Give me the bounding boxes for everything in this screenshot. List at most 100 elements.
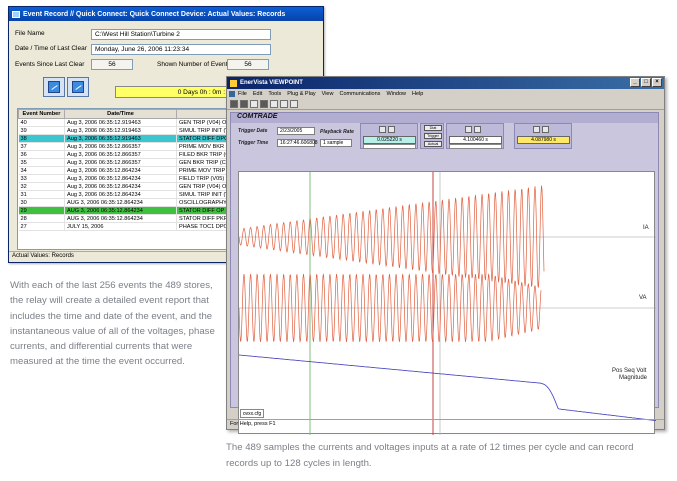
viewpoint-titlebar[interactable]: EnerVista VIEWPOINT _ □ × — [227, 77, 664, 89]
pan-icon[interactable] — [280, 100, 288, 108]
minimize-button[interactable]: _ — [630, 78, 640, 87]
signal-label-magnitude: Magnitude — [619, 375, 648, 381]
table-cell-num: 39 — [18, 126, 65, 135]
cursor1-box: 0.025220 s — [360, 123, 418, 149]
zoom-out-icon[interactable] — [270, 100, 278, 108]
trigger-date-field: 2/23/2005 — [277, 127, 315, 135]
view-waveform-alt-button[interactable] — [67, 77, 89, 97]
table-cell-num: 33 — [18, 174, 65, 183]
ia-waveform — [239, 185, 545, 289]
cursor1-slider[interactable] — [363, 144, 416, 149]
menu-file[interactable]: File — [238, 91, 247, 97]
trigger-time-field: 16:27:46.606808 — [277, 139, 318, 147]
file-name-label: File Name — [15, 30, 45, 37]
document-icon — [229, 91, 235, 97]
trigger-date-label: Trigger Date — [238, 128, 268, 134]
menu-view[interactable]: View — [322, 91, 334, 97]
waveform-icon — [48, 81, 60, 93]
menu-window[interactable]: Window — [386, 91, 406, 97]
comtrade-title: COMTRADE — [231, 113, 658, 123]
table-cell-num: 30 — [18, 198, 65, 207]
table-cell-num: 34 — [18, 166, 65, 175]
signal-label-va: VA — [639, 295, 647, 301]
table-cell-dt: AUG 3, 2006 06:35:12.864234 — [64, 214, 177, 223]
file-name-field[interactable]: C:\West Hill Station\Turbine 2 — [91, 29, 271, 40]
playback-rate-label: Playback Rate — [320, 129, 354, 135]
table-cell-dt: Aug 3, 2006 06:35:12.866357 — [64, 158, 177, 167]
maximize-button[interactable]: □ — [641, 78, 651, 87]
event-record-title: Event Record // Quick Connect: Quick Con… — [23, 10, 286, 18]
document-tabs: ovxx.cfg — [230, 409, 659, 418]
table-cell-dt: Aug 3, 2006 06:35:12.864234 — [64, 174, 177, 183]
save-icon[interactable] — [240, 100, 248, 108]
event-record-titlebar[interactable]: Event Record // Quick Connect: Quick Con… — [9, 7, 323, 21]
cursor2-next-icon[interactable] — [474, 126, 481, 133]
table-cell-dt: Aug 3, 2006 06:35:12.864234 — [64, 182, 177, 191]
cursor3-value: 4.087980 s — [517, 136, 570, 144]
cursor2-slider[interactable] — [449, 144, 502, 149]
cursor2-prev-icon[interactable] — [465, 126, 472, 133]
viewpoint-window: EnerVista VIEWPOINT _ □ × File Edit Tool… — [226, 76, 665, 435]
viewpoint-status: For Help, press F1 — [227, 419, 664, 429]
table-cell-dt: AUG 3, 2006 06:35:12.864234 — [64, 198, 177, 207]
menu-help[interactable]: Help — [412, 91, 423, 97]
table-cell-dt: AUG 3, 2006 06:35:12.864234 — [64, 206, 177, 215]
col-event-number[interactable]: Event Number — [18, 109, 65, 119]
last-clear-field[interactable]: Monday, June 26, 2006 11:23:34 — [91, 44, 271, 55]
shown-events-field: 56 — [227, 59, 269, 70]
events-since-field: 56 — [91, 59, 133, 70]
open-icon[interactable] — [230, 100, 238, 108]
delta-label: Dlat — [424, 125, 442, 131]
cursor1-prev-icon[interactable] — [379, 126, 386, 133]
menu-communications[interactable]: Communications — [339, 91, 380, 97]
trigger-time-label: Trigger Time — [238, 140, 269, 146]
table-cell-dt: Aug 3, 2006 06:35:12.866357 — [64, 150, 177, 159]
table-cell-dt: Aug 3, 2006 06:35:12.919463 — [64, 118, 177, 127]
table-cell-num: 32 — [18, 182, 65, 191]
cursor1-next-icon[interactable] — [388, 126, 395, 133]
table-cell-dt: Aug 3, 2006 06:35:12.864234 — [64, 190, 177, 199]
zoom-in-icon[interactable] — [260, 100, 268, 108]
actual-button[interactable]: Actual — [424, 141, 442, 147]
close-button[interactable]: × — [652, 78, 662, 87]
menu-edit[interactable]: Edit — [253, 91, 262, 97]
cursor3-box: 4.087980 s — [514, 123, 572, 149]
signal-label-ia: IA — [643, 225, 649, 231]
table-cell-dt: Aug 3, 2006 06:35:12.919463 — [64, 134, 177, 143]
app-icon — [230, 79, 237, 87]
table-cell-num: 38 — [18, 134, 65, 143]
playback-rate-select[interactable]: 1 sample — [320, 139, 352, 147]
table-cell-num: 36 — [18, 150, 65, 159]
view-waveform-button[interactable] — [43, 77, 65, 97]
table-cell-dt: Aug 3, 2006 06:35:12.919463 — [64, 126, 177, 135]
table-cell-num: 28 — [18, 214, 65, 223]
tab-file[interactable]: ovxx.cfg — [240, 409, 264, 418]
table-cell-dt: Aug 3, 2006 06:35:12.864234 — [64, 166, 177, 175]
cursor3-next-icon[interactable] — [542, 126, 549, 133]
table-cell-num: 29 — [18, 206, 65, 215]
cursor2-box: 4.100460 s — [446, 123, 504, 149]
delta-box: Dlat Trigger Actual — [420, 123, 444, 149]
events-since-label: Events Since Last Clear — [15, 61, 85, 68]
table-cell-num: 35 — [18, 158, 65, 167]
col-date-time[interactable]: Date/Time — [64, 109, 177, 119]
last-clear-label: Date / Time of Last Clear — [15, 45, 87, 52]
cursor1-value: 0.025220 s — [363, 136, 416, 144]
menu-tools[interactable]: Tools — [268, 91, 281, 97]
comtrade-panel: COMTRADE Trigger Date 2/23/2005 Trigger … — [230, 112, 659, 435]
print-icon[interactable] — [250, 100, 258, 108]
caption-left: With each of the last 256 events the 489… — [10, 280, 215, 368]
waveform-plot[interactable]: IA VA Pos Seq Volt Magnitude — [238, 171, 656, 435]
table-cell-num: 27 — [18, 222, 65, 231]
cursor3-prev-icon[interactable] — [533, 126, 540, 133]
trigger-button[interactable]: Trigger — [424, 133, 442, 139]
waveform-icon — [72, 81, 84, 93]
menu-bar: File Edit Tools Plug & Play View Communi… — [227, 89, 664, 99]
menu-plug-play[interactable]: Plug & Play — [287, 91, 315, 97]
table-cell-dt: JULY 15, 2006 — [64, 222, 177, 231]
toolbar — [227, 99, 664, 110]
viewpoint-title: EnerVista VIEWPOINT — [240, 80, 303, 86]
table-cell-dt: Aug 3, 2006 06:35:12.866357 — [64, 142, 177, 151]
cursor2-value: 4.100460 s — [449, 136, 502, 144]
cursor-icon[interactable] — [290, 100, 298, 108]
